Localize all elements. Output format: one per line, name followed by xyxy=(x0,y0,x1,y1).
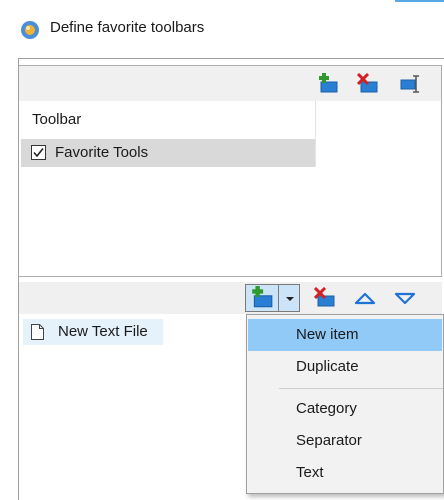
add-green-plus-icon xyxy=(319,73,338,93)
add-green-plus-icon xyxy=(252,286,273,308)
triangle-down-icon xyxy=(394,292,416,305)
title-bar: Define favorite toolbars xyxy=(0,0,444,58)
app-globe-icon xyxy=(21,21,39,39)
add-toolbar-button[interactable] xyxy=(316,72,340,96)
delete-toolbar-button[interactable] xyxy=(356,72,380,96)
menu-item-duplicate[interactable]: Duplicate xyxy=(248,351,442,383)
chevron-down-icon[interactable] xyxy=(285,295,295,303)
toolbar-column-header: Toolbar xyxy=(32,111,82,128)
menu-separator xyxy=(279,388,443,389)
menu-item-separator[interactable]: Separator xyxy=(248,425,442,457)
split-button-separator xyxy=(278,285,279,311)
checkmark-icon xyxy=(33,148,44,158)
title-accent-line xyxy=(395,0,444,2)
column-divider[interactable] xyxy=(315,101,316,167)
delete-red-x-icon xyxy=(357,73,378,93)
menu-item-new-item[interactable]: New item xyxy=(248,319,442,351)
item-row-label: New Text File xyxy=(58,323,148,340)
move-up-button[interactable] xyxy=(353,286,377,310)
toolbars-actions-bar xyxy=(19,65,442,101)
rename-cursor-icon xyxy=(400,75,419,93)
toolbar-enabled-checkbox[interactable] xyxy=(31,145,46,160)
items-actions-bar xyxy=(19,282,442,314)
menu-item-category[interactable]: Category xyxy=(248,393,442,425)
move-down-button[interactable] xyxy=(393,286,417,310)
menu-item-text[interactable]: Text xyxy=(248,457,442,489)
add-item-dropdown-menu: New item Duplicate Category Separator Te… xyxy=(246,314,444,494)
delete-red-x-icon xyxy=(314,287,335,307)
triangle-up-icon xyxy=(354,292,376,305)
window-title: Define favorite toolbars xyxy=(50,19,205,36)
file-icon xyxy=(31,324,44,340)
toolbars-list-panel xyxy=(19,101,442,277)
delete-item-button[interactable] xyxy=(313,286,337,310)
rename-toolbar-button[interactable] xyxy=(398,72,422,96)
toolbar-row-label: Favorite Tools xyxy=(55,144,149,161)
add-item-split-button[interactable] xyxy=(245,284,300,312)
